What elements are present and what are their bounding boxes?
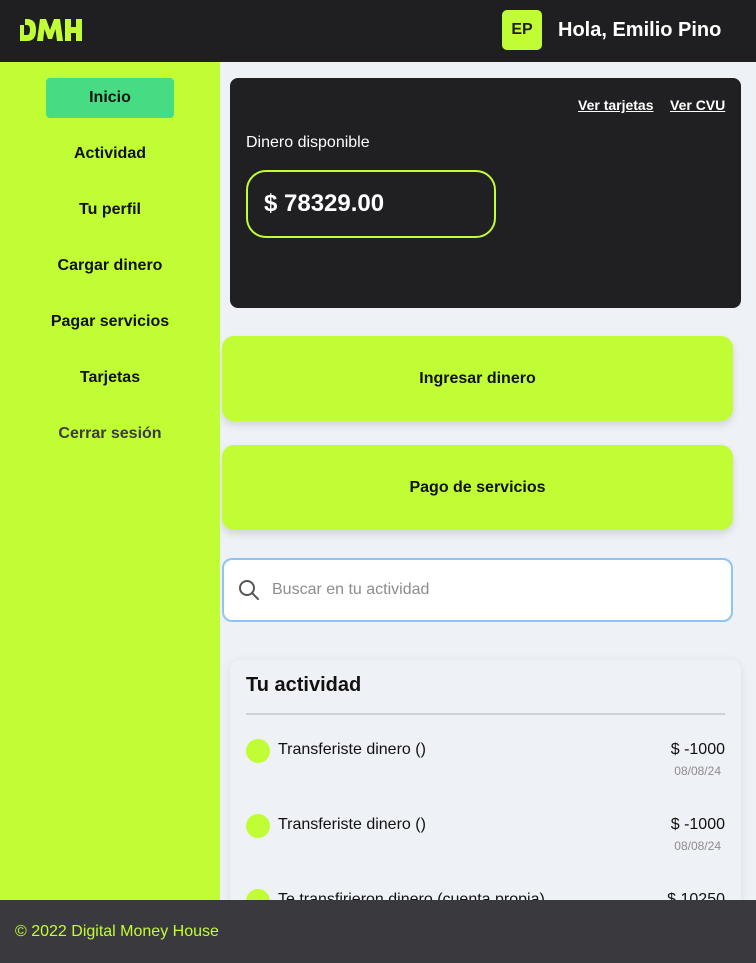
sidebar-item-tarjetas[interactable]: Tarjetas xyxy=(0,369,220,387)
activity-description: Transferiste dinero () xyxy=(278,816,426,833)
activity-item[interactable]: Transferiste dinero () $ -1000 08/08/24 xyxy=(246,814,725,864)
activity-item[interactable]: Te transfirieron dinero (cuenta propia) … xyxy=(246,889,725,900)
dmh-logo-icon[interactable] xyxy=(18,16,84,44)
balance-label: Dinero disponible xyxy=(246,134,370,151)
sidebar: Inicio Actividad Tu perfil Cargar dinero… xyxy=(0,62,220,900)
search-icon xyxy=(239,580,259,600)
activity-date: 08/08/24 xyxy=(674,764,721,778)
balance-amount: $ 78329.00 xyxy=(246,170,496,238)
activity-date: 08/08/24 xyxy=(674,839,721,853)
activity-dot-icon xyxy=(246,814,270,838)
sidebar-item-inicio[interactable]: Inicio xyxy=(46,78,174,118)
balance-card: Ver tarjetas Ver CVU Dinero disponible $… xyxy=(230,78,741,308)
sidebar-item-actividad[interactable]: Actividad xyxy=(0,145,220,163)
footer-copyright: © 2022 Digital Money House xyxy=(15,923,219,940)
activity-panel: Tu actividad Transferiste dinero () $ -1… xyxy=(230,660,741,900)
top-header: EP Hola, Emilio Pino xyxy=(0,0,756,62)
user-avatar[interactable]: EP xyxy=(502,10,542,50)
activity-dot-icon xyxy=(246,739,270,763)
sidebar-item-pagar-servicios[interactable]: Pagar servicios xyxy=(0,313,220,331)
activity-amount: $ -1000 xyxy=(670,816,725,833)
activity-title: Tu actividad xyxy=(246,674,362,696)
sidebar-item-tu-perfil[interactable]: Tu perfil xyxy=(0,201,220,219)
activity-search xyxy=(222,558,733,622)
pay-services-button[interactable]: Pago de servicios xyxy=(222,445,733,530)
activity-dot-icon xyxy=(246,889,270,900)
sidebar-item-cerrar-sesion[interactable]: Cerrar sesión xyxy=(0,425,220,443)
view-cards-link[interactable]: Ver tarjetas xyxy=(578,97,654,113)
sidebar-item-cargar-dinero[interactable]: Cargar dinero xyxy=(0,257,220,275)
activity-item[interactable]: Transferiste dinero () $ -1000 08/08/24 xyxy=(246,739,725,789)
footer: © 2022 Digital Money House xyxy=(0,900,756,963)
view-cvu-link[interactable]: Ver CVU xyxy=(670,97,725,113)
activity-description: Te transfirieron dinero (cuenta propia) xyxy=(278,891,545,900)
activity-divider xyxy=(246,713,725,715)
activity-amount: $ -1000 xyxy=(670,741,725,758)
user-greeting: Hola, Emilio Pino xyxy=(558,19,722,41)
main-content: Ver tarjetas Ver CVU Dinero disponible $… xyxy=(220,62,756,900)
activity-amount: $ 10250 xyxy=(667,891,725,900)
activity-description: Transferiste dinero () xyxy=(278,741,426,758)
deposit-money-button[interactable]: Ingresar dinero xyxy=(222,336,733,421)
search-input[interactable] xyxy=(272,560,722,620)
